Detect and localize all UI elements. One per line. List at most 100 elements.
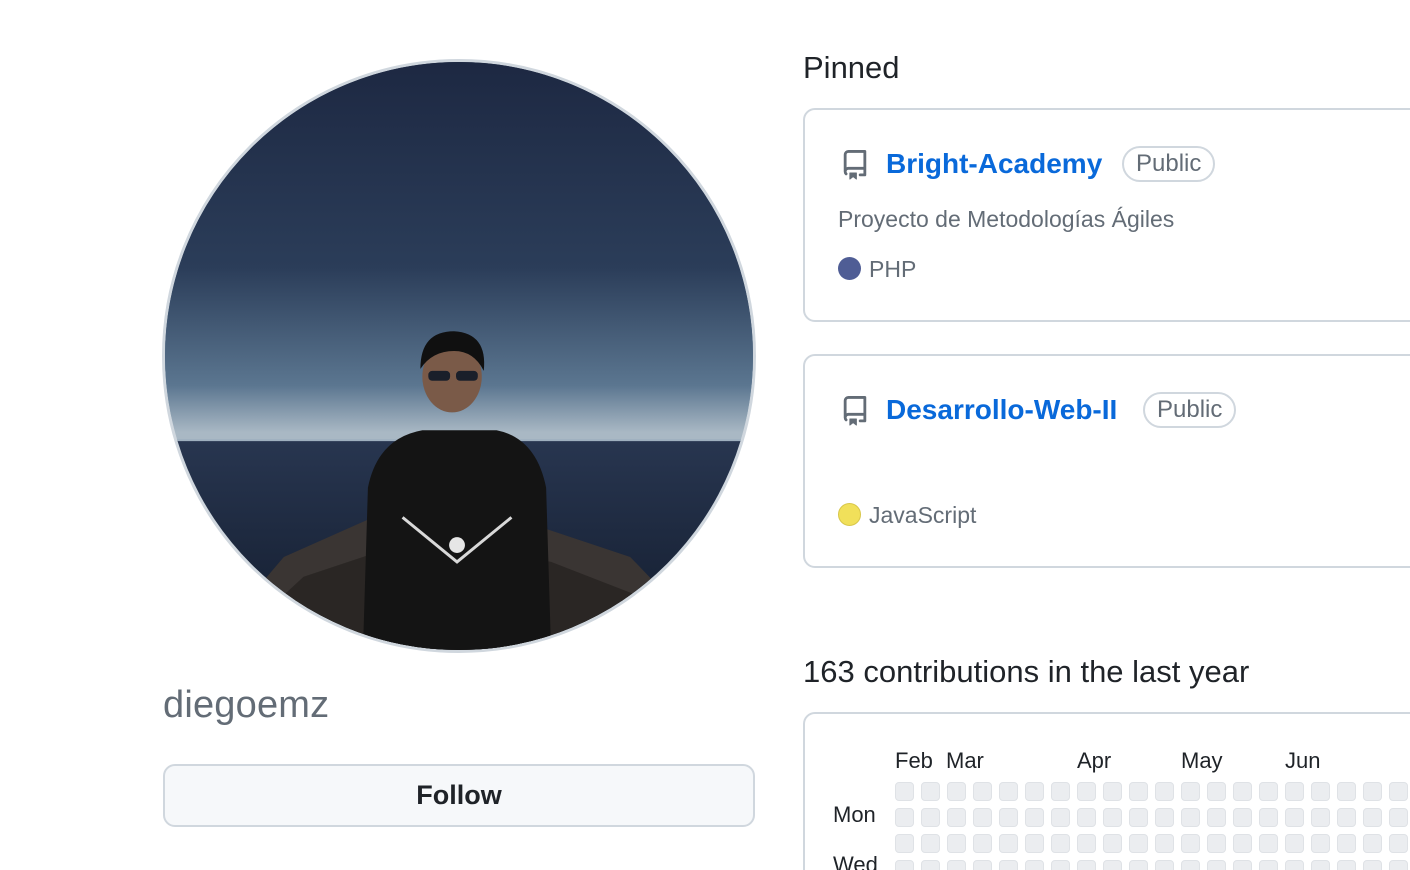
repo-icon xyxy=(843,150,867,180)
pinned-repo-card: Desarrollo-Web-II Public JavaScript xyxy=(803,354,1410,568)
contribution-day-cell[interactable] xyxy=(1155,808,1174,827)
contribution-day-cell[interactable] xyxy=(1285,808,1304,827)
month-label: Mar xyxy=(946,748,984,773)
contribution-day-cell[interactable] xyxy=(1051,834,1070,853)
contribution-day-cell[interactable] xyxy=(1077,808,1096,827)
contribution-day-cell[interactable] xyxy=(1363,808,1382,827)
contribution-day-cell[interactable] xyxy=(1155,782,1174,801)
repo-link[interactable]: Bright-Academy xyxy=(886,148,1102,180)
contribution-day-cell[interactable] xyxy=(1311,808,1330,827)
contribution-day-cell[interactable] xyxy=(1181,782,1200,801)
contribution-day-cell[interactable] xyxy=(1233,860,1252,870)
contribution-day-cell[interactable] xyxy=(1311,782,1330,801)
contribution-day-cell[interactable] xyxy=(1025,834,1044,853)
contribution-day-cell[interactable] xyxy=(1337,808,1356,827)
contribution-day-cell[interactable] xyxy=(1285,834,1304,853)
contribution-day-cell[interactable] xyxy=(1155,860,1174,870)
contribution-day-cell[interactable] xyxy=(1051,808,1070,827)
contribution-day-cell[interactable] xyxy=(1103,808,1122,827)
month-label: Feb xyxy=(895,748,933,773)
contribution-day-cell[interactable] xyxy=(973,808,992,827)
language-color-dot xyxy=(838,257,861,280)
contribution-day-cell[interactable] xyxy=(1025,808,1044,827)
contribution-day-cell[interactable] xyxy=(1103,860,1122,870)
contribution-day-cell[interactable] xyxy=(1025,860,1044,870)
contribution-day-cell[interactable] xyxy=(947,808,966,827)
day-label: Mon xyxy=(833,802,876,827)
contribution-day-cell[interactable] xyxy=(1337,860,1356,870)
repo-link[interactable]: Desarrollo-Web-II xyxy=(886,394,1117,426)
contribution-day-cell[interactable] xyxy=(1337,834,1356,853)
month-label: Jun xyxy=(1285,748,1321,773)
contribution-day-cell[interactable] xyxy=(1155,834,1174,853)
contribution-day-cell[interactable] xyxy=(1389,782,1408,801)
contribution-day-cell[interactable] xyxy=(1389,860,1408,870)
contribution-day-cell[interactable] xyxy=(1051,860,1070,870)
contribution-day-cell[interactable] xyxy=(1363,860,1382,870)
contribution-day-cell[interactable] xyxy=(1233,782,1252,801)
contribution-day-cell[interactable] xyxy=(1207,782,1226,801)
avatar[interactable] xyxy=(162,59,756,653)
contribution-day-cell[interactable] xyxy=(1025,782,1044,801)
contribution-day-cell[interactable] xyxy=(1285,860,1304,870)
contribution-day-cell[interactable] xyxy=(1389,834,1408,853)
contribution-day-cell[interactable] xyxy=(895,782,914,801)
contribution-day-cell[interactable] xyxy=(1181,834,1200,853)
pinned-heading: Pinned xyxy=(803,50,900,85)
contribution-day-cell[interactable] xyxy=(895,834,914,853)
profile-page: diegoemz Follow Pinned Bright-Academy Pu… xyxy=(0,0,1410,870)
contribution-day-cell[interactable] xyxy=(1259,782,1278,801)
contribution-day-cell[interactable] xyxy=(1129,808,1148,827)
contribution-day-cell[interactable] xyxy=(1363,834,1382,853)
contribution-day-cell[interactable] xyxy=(921,834,940,853)
contribution-day-cell[interactable] xyxy=(895,860,914,870)
contribution-day-cell[interactable] xyxy=(1259,808,1278,827)
contribution-day-cell[interactable] xyxy=(921,782,940,801)
contribution-day-cell[interactable] xyxy=(947,860,966,870)
month-label: Apr xyxy=(1077,748,1112,773)
contribution-day-cell[interactable] xyxy=(1181,808,1200,827)
contribution-day-cell[interactable] xyxy=(1129,860,1148,870)
language-color-dot xyxy=(838,503,861,526)
contribution-day-cell[interactable] xyxy=(999,860,1018,870)
contribution-day-cell[interactable] xyxy=(1285,782,1304,801)
contribution-day-cell[interactable] xyxy=(1207,834,1226,853)
contribution-day-cell[interactable] xyxy=(1233,834,1252,853)
contribution-day-cell[interactable] xyxy=(973,834,992,853)
contribution-day-cell[interactable] xyxy=(1207,860,1226,870)
contribution-day-cell[interactable] xyxy=(947,782,966,801)
pinned-repo-card: Bright-Academy Public Proyecto de Metodo… xyxy=(803,108,1410,322)
contribution-day-cell[interactable] xyxy=(1337,782,1356,801)
contribution-day-cell[interactable] xyxy=(1363,782,1382,801)
avatar-photo xyxy=(165,62,753,650)
contribution-day-cell[interactable] xyxy=(1103,834,1122,853)
contribution-day-cell[interactable] xyxy=(1051,782,1070,801)
contribution-day-cell[interactable] xyxy=(1129,834,1148,853)
contribution-day-cell[interactable] xyxy=(1077,834,1096,853)
contribution-day-cell[interactable] xyxy=(947,834,966,853)
contribution-day-cell[interactable] xyxy=(1077,782,1096,801)
contribution-day-cell[interactable] xyxy=(1259,834,1278,853)
contribution-day-cell[interactable] xyxy=(973,782,992,801)
contribution-day-cell[interactable] xyxy=(973,860,992,870)
contribution-day-cell[interactable] xyxy=(999,834,1018,853)
contribution-day-cell[interactable] xyxy=(1207,808,1226,827)
contribution-day-cell[interactable] xyxy=(1311,834,1330,853)
contribution-day-cell[interactable] xyxy=(1233,808,1252,827)
contribution-day-cell[interactable] xyxy=(1389,808,1408,827)
contribution-day-cell[interactable] xyxy=(1129,782,1148,801)
contribution-day-cell[interactable] xyxy=(921,860,940,870)
contribution-day-cell[interactable] xyxy=(895,808,914,827)
contribution-day-cell[interactable] xyxy=(1103,782,1122,801)
contributions-heading: 163 contributions in the last year xyxy=(803,654,1250,689)
repo-language: PHP xyxy=(869,256,917,282)
contribution-day-cell[interactable] xyxy=(921,808,940,827)
contribution-day-cell[interactable] xyxy=(999,782,1018,801)
contribution-day-cell[interactable] xyxy=(1311,860,1330,870)
visibility-badge: Public xyxy=(1143,392,1237,428)
contribution-day-cell[interactable] xyxy=(1259,860,1278,870)
contribution-day-cell[interactable] xyxy=(999,808,1018,827)
contribution-day-cell[interactable] xyxy=(1181,860,1200,870)
follow-button[interactable]: Follow xyxy=(163,764,755,827)
contribution-day-cell[interactable] xyxy=(1077,860,1096,870)
